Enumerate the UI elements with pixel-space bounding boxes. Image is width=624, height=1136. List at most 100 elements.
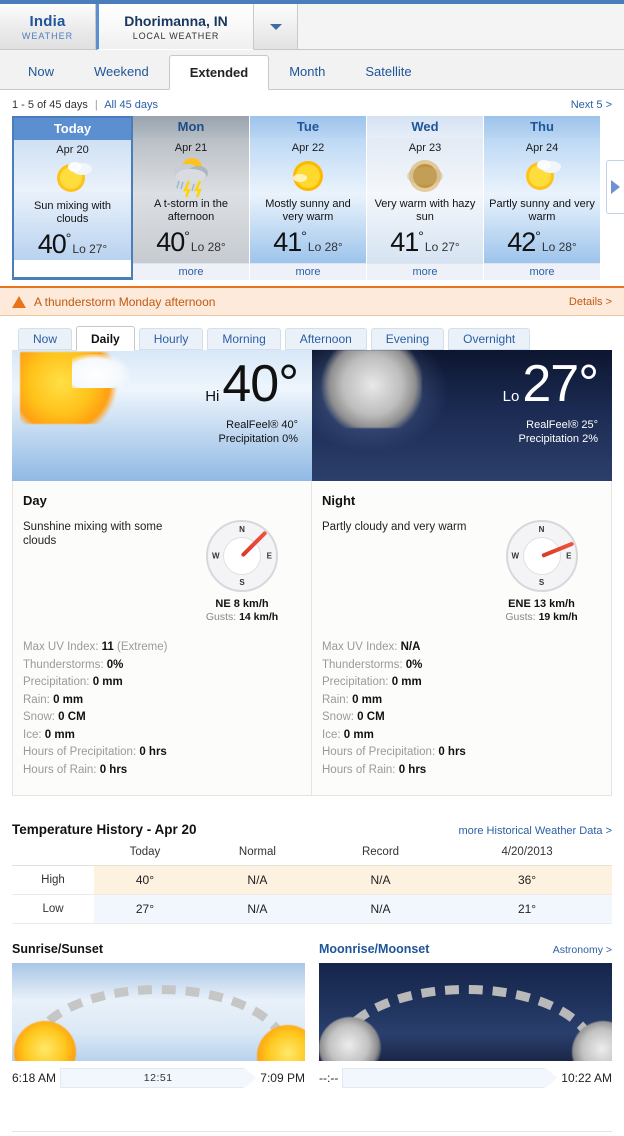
tab-extended[interactable]: Extended [168,55,270,90]
temperature-history-table: Today Normal Record 4/20/2013 High 40° N… [12,843,612,924]
chevron-down-icon [269,23,282,30]
cell-low-today: 27° [94,894,196,924]
location-dropdown-button[interactable] [254,4,298,49]
detail-panel-day-gusts: Gusts: 14 km/h [205,611,279,623]
sub-tab-overnight[interactable]: Overnight [448,328,531,350]
main-nav-tabs: Now Weekend Extended Month Satellite [0,50,624,90]
cell-low-normal: N/A [195,894,319,924]
stat-row: Rain: 0 mm [23,693,84,706]
stat-row: Hours of Rain: 0 hrs [23,763,128,776]
sub-tab-morning[interactable]: Morning [207,328,281,350]
forecast-card-wed[interactable]: Wed Apr 23 Very warm with hazy sun 41° L… [367,116,484,280]
astronomy-link[interactable]: Astronomy > [553,944,612,956]
sub-tab-now[interactable]: Now [18,328,73,350]
country-tab-title: India [29,12,66,30]
alert-details-link[interactable]: Details > [569,296,612,308]
tab-weekend[interactable]: Weekend [74,55,169,89]
tab-now[interactable]: Now [8,55,74,89]
forecast-card-more-link[interactable]: more [367,263,483,280]
forecast-card-more-link[interactable]: more [133,263,249,280]
sub-tab-daily[interactable]: Daily [76,326,135,351]
sunrise-time: 6:18 AM [12,1071,57,1085]
hero-day-panel: Hi 40° RealFeel® 40° Precipitation 0% [12,350,312,481]
forecast-card-day: Thu [484,116,600,138]
sub-tab-afternoon[interactable]: Afternoon [284,328,367,350]
forecast-card-date: Apr 22 [291,142,325,154]
city-tab-title: Dhorimanna, IN [124,12,228,29]
forecast-card-description: Partly sunny and very warm [489,198,595,223]
stat-row: Max UV Index: 11 (Extreme) [23,641,168,653]
forecast-card-more-link[interactable]: more [250,263,366,280]
sunrise-sunset-title: Sunrise/Sunset [12,942,103,956]
th-col-blank [12,843,94,866]
sunset-time: 7:09 PM [260,1071,305,1085]
detail-panel-day-stats: Max UV Index: 11 (Extreme) Thunderstorms… [23,639,301,779]
weather-alert-bar[interactable]: A thunderstorm Monday afternoon Details … [0,286,624,316]
hero-day-precipitation: Precipitation 0% [218,433,299,445]
forecast-card-tue[interactable]: Tue Apr 22 Mostly sunny and very warm 41… [250,116,367,280]
sub-tab-hourly[interactable]: Hourly [138,328,204,350]
cell-high-record: N/A [318,865,443,895]
forecast-card-date: Apr 23 [408,142,442,154]
country-tab-subtitle: WEATHER [21,30,74,41]
forecast-card-today[interactable]: Today Apr 20 Sun mixing with clouds 40° … [12,116,133,280]
moonrise-time: --:-- [319,1071,339,1085]
hero-day-temp: 40° [222,355,299,413]
pager-all-days-link[interactable]: All 45 days [104,99,158,111]
cell-high-lastyear: 36° [442,865,612,895]
cell-low-lastyear: 21° [442,894,612,924]
stat-row: Hours of Rain: 0 hrs [322,763,427,776]
forecast-card-low: Lo 28° [307,240,343,254]
forecast-card-day: Mon [133,116,249,138]
location-tab-city[interactable]: Dhorimanna, IN LOCAL WEATHER [96,4,254,50]
location-tab-country[interactable]: India WEATHER [0,4,96,49]
hero-day-label: Hi [205,388,220,405]
forecast-next-button[interactable] [606,160,624,214]
detail-panel-day-description: Sunshine mixing with some clouds [23,521,163,547]
tab-month[interactable]: Month [269,55,345,89]
temperature-history-section: Temperature History - Apr 20 more Histor… [12,822,612,924]
forecast-card-low: Lo 28° [541,240,577,254]
moonrise-moonset-title: Moonrise/Moonset [319,942,430,956]
forecast-card-high: 42° [507,227,541,257]
daylight-duration-arrow: 12:51 [60,1067,257,1089]
pager-next-link[interactable]: Next 5 > [571,99,612,111]
forecast-card-day: Today [14,118,131,140]
stat-row: Ice: 0 mm [322,728,374,741]
stat-row: Snow: 0 CM [23,711,86,723]
thunderstorm-icon [174,158,208,198]
forecast-card-mon[interactable]: Mon Apr 21 A t-storm in the afternoon 40… [133,116,250,280]
detail-panel-day-wind: NE 8 km/h [215,598,269,610]
stat-row: Ice: 0 mm [23,728,75,741]
compass-label-n: N [239,525,245,534]
compass-label-s: S [239,578,245,587]
moonrise-moonset-graphic [319,963,612,1061]
stat-row: Precipitation: 0 mm [23,676,123,688]
forecast-card-high: 40° [156,227,190,257]
stat-row: Snow: 0 CM [322,711,385,723]
forecast-card-thu[interactable]: Thu Apr 24 Partly sunny and very warm 42… [484,116,601,280]
row-label-high: High [12,865,94,895]
sub-tab-evening[interactable]: Evening [370,328,445,350]
compass-label-s: S [538,578,545,587]
warning-triangle-icon [12,295,26,308]
forecast-card-more-link[interactable]: more [484,263,600,280]
city-tab-subtitle: LOCAL WEATHER [132,30,220,41]
historical-weather-data-link[interactable]: more Historical Weather Data > [458,825,612,837]
forecast-strip: Today Apr 20 Sun mixing with clouds 40° … [12,116,612,280]
sunrise-sunset-graphic [12,963,305,1061]
sun-moon-section: Sunrise/Sunset 6:18 AM 12:51 7:09 PM Moo… [12,942,612,1095]
temperature-history-title: Temperature History - Apr 20 [12,822,197,837]
pager-separator: | [94,99,98,111]
moon-behind-cloud-icon [312,350,422,428]
forecast-sub-tabs: Now Daily Hourly Morning Afternoon Eveni… [0,316,624,351]
mostly-sunny-icon [293,161,323,191]
pager-range: 1 - 5 of 45 days [12,99,88,111]
sun-behind-cloud-icon [56,162,92,192]
forecast-card-date: Apr 20 [56,144,89,156]
forecast-card-day: Tue [250,116,366,138]
forecast-card-date: Apr 21 [174,142,208,154]
tab-satellite[interactable]: Satellite [345,55,431,89]
compass-label-e: E [266,551,272,561]
forecast-card-day: Wed [367,116,483,138]
